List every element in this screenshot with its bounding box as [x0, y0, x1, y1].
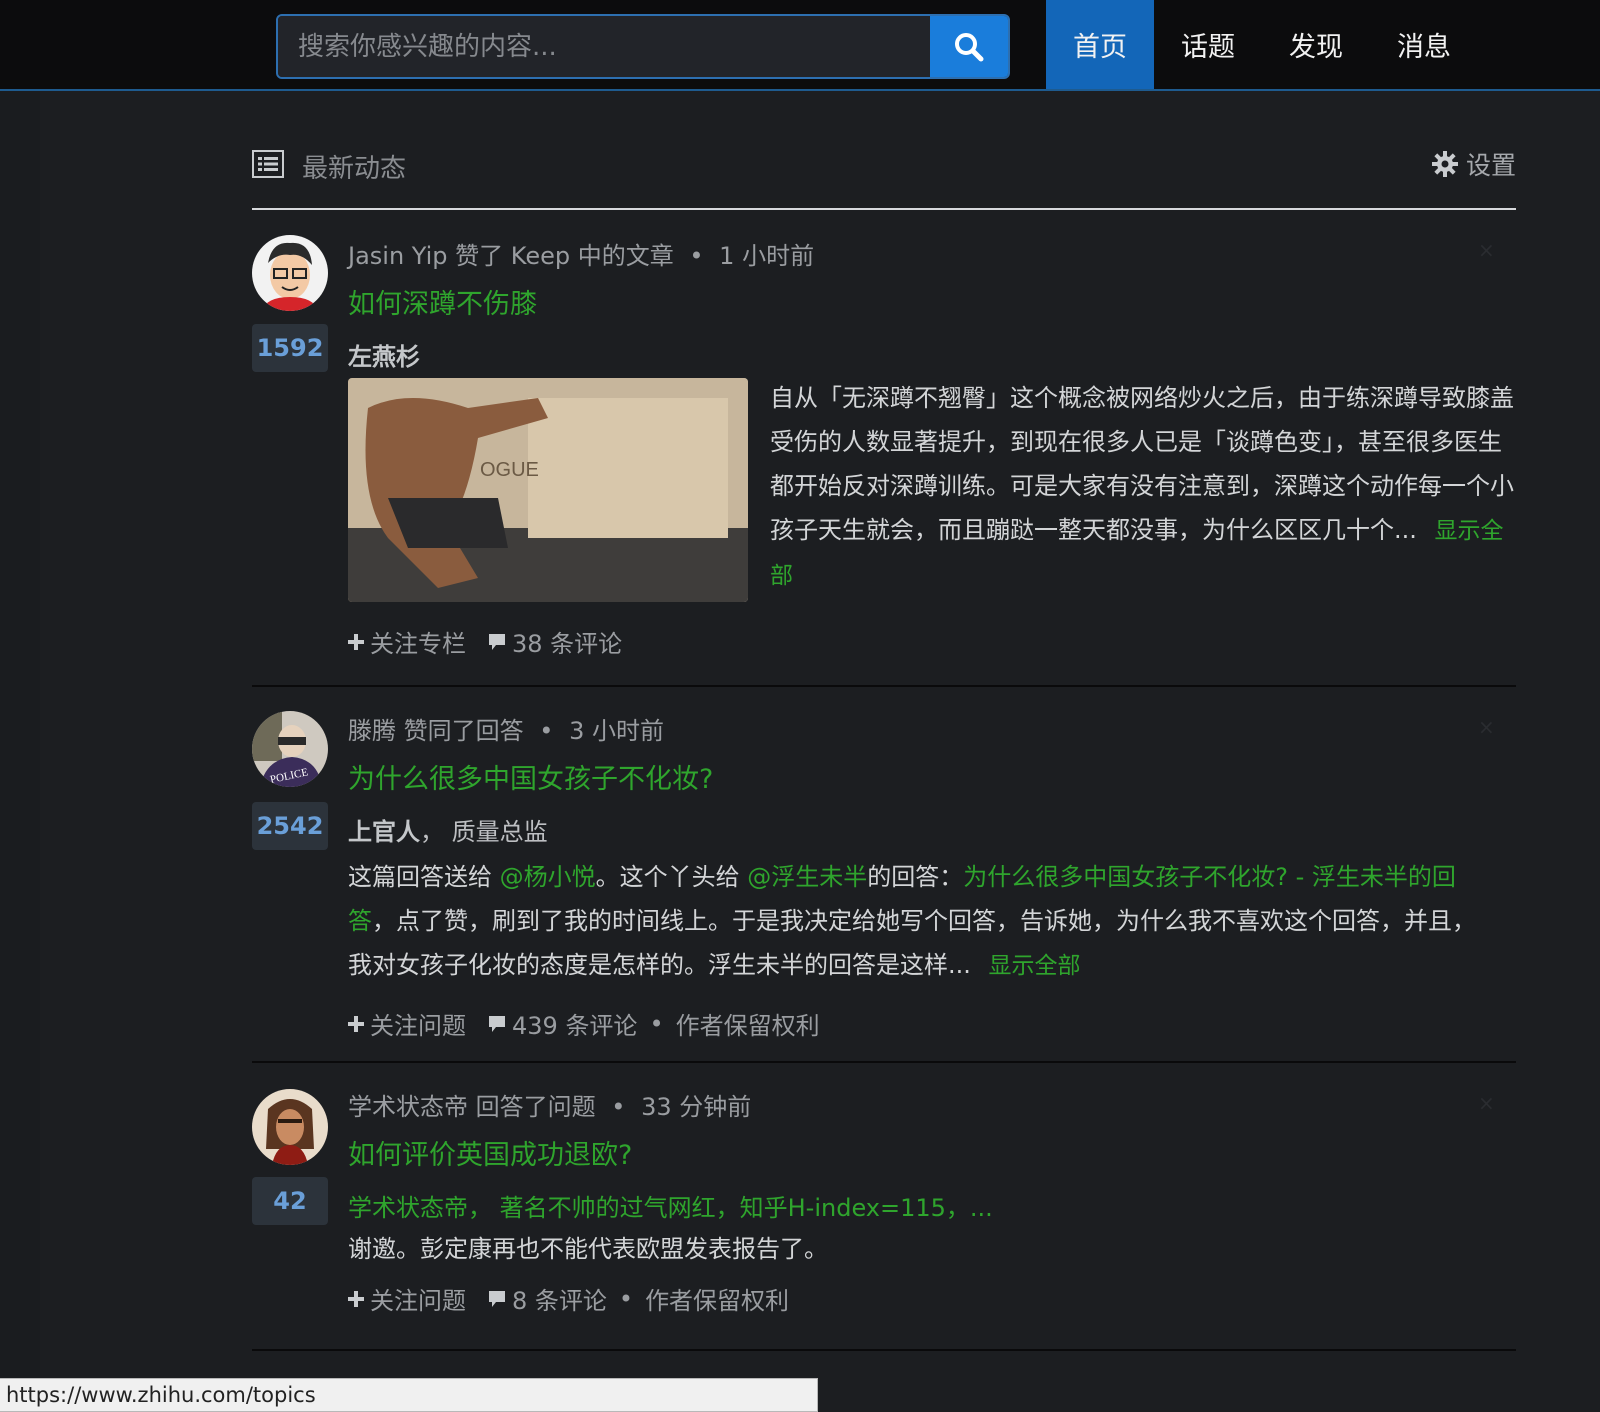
feed-item: 1592 × Jasin Yip 赞了 Keep 中的文章 • 1 小时前 如何… — [252, 210, 1516, 687]
answer-excerpt: 这篇回答送给 @杨小悦。这个丫头给 @浮生未半的回答：为什么很多中国女孩子不化妆… — [348, 855, 1488, 988]
list-icon — [252, 150, 284, 178]
question-title[interactable]: 如何深蹲不伤膝 — [348, 282, 537, 321]
separator: • — [618, 1284, 634, 1313]
question-title[interactable]: 如何评价英国成功退欧? — [348, 1133, 632, 1172]
follow-column-label: 关注专栏 — [370, 630, 466, 658]
top-nav-bar: 首页 话题 发现 消息 — [0, 0, 1600, 91]
follow-question-button[interactable]: 关注问题 — [348, 1006, 466, 1041]
comment-icon — [489, 1290, 505, 1307]
item-meta: 学术状态帝 回答了问题 • 33 分钟前 — [348, 1087, 1516, 1121]
author-description: ， 质量总监 — [420, 818, 548, 846]
excerpt-text: 。这个丫头给 — [595, 863, 748, 891]
author-line: 学术状态帝， 著名不帅的过气网红，知乎H-index=115，... — [348, 1188, 1516, 1223]
author-line: 上官人， 质量总监 — [348, 812, 1516, 847]
svg-text:OGUE: OGUE — [480, 459, 539, 481]
avatar[interactable] — [252, 235, 328, 311]
answer-excerpt: 谢邀。彭定康再也不能代表欧盟发表报告了。 — [348, 1235, 828, 1263]
meta-separator: • — [539, 717, 554, 745]
excerpt-text: 这篇回答送给 — [348, 863, 500, 891]
meta-separator: • — [689, 242, 704, 270]
author-name[interactable]: 学术状态帝 — [348, 1194, 468, 1222]
nav-topics[interactable]: 话题 — [1154, 0, 1262, 89]
meta-time: 33 分钟前 — [641, 1093, 752, 1121]
meta-action: 赞同了回答 — [403, 717, 524, 745]
comments-button[interactable]: 439 条评论 — [488, 1006, 637, 1041]
search-icon — [955, 32, 984, 61]
rights-label: 作者保留权利 — [645, 1287, 790, 1315]
meta-user[interactable]: Jasin Yip — [348, 242, 448, 270]
browser-status-url: https://www.zhihu.com/topics — [0, 1378, 818, 1412]
show-all-link[interactable]: 显示全部 — [989, 953, 1081, 979]
meta-action: 赞了 Keep 中的文章 — [455, 242, 674, 270]
feed-header: 最新动态 设置 — [252, 120, 1516, 210]
vote-count[interactable]: 42 — [252, 1177, 328, 1225]
author-name[interactable]: 上官人 — [348, 818, 420, 846]
comments-label: 8 条评论 — [512, 1287, 607, 1315]
follow-question-label: 关注问题 — [370, 1287, 466, 1315]
comment-icon — [489, 1015, 505, 1032]
item-meta: Jasin Yip 赞了 Keep 中的文章 • 1 小时前 — [348, 236, 1516, 270]
search-button[interactable] — [930, 16, 1008, 77]
excerpt-text: 自从「无深蹲不翘臀」这个概念被网络炒火之后，由于练深蹲导致膝盖受伤的人数显著提升… — [770, 384, 1514, 544]
meta-user[interactable]: 学术状态帝 — [348, 1093, 468, 1121]
feed-item: 42 × 学术状态帝 回答了问题 • 33 分钟前 如何评价英国成功退欧? 学术… — [252, 1063, 1516, 1351]
avatar[interactable]: POLICE — [252, 711, 328, 787]
comments-button[interactable]: 38 条评论 — [488, 624, 622, 659]
search-input[interactable] — [278, 16, 932, 77]
feed-title: 最新动态 — [302, 154, 407, 184]
vote-count[interactable]: 1592 — [252, 324, 328, 372]
meta-separator: • — [611, 1093, 626, 1121]
avatar[interactable] — [252, 1089, 328, 1165]
meta-time: 3 小时前 — [569, 717, 664, 745]
separator: • — [649, 1009, 664, 1038]
meta-user[interactable]: 滕腾 — [348, 717, 396, 745]
follow-question-label: 关注问题 — [370, 1012, 466, 1040]
follow-question-button[interactable]: 关注问题 — [348, 1281, 466, 1316]
comments-label: 38 条评论 — [512, 630, 623, 658]
settings-label: 设置 — [1465, 151, 1516, 180]
item-actions: 关注问题 439 条评论 • 作者保留权利 — [348, 1006, 1516, 1041]
comment-icon — [489, 633, 505, 650]
plus-icon — [348, 633, 364, 650]
item-actions: 关注专栏 38 条评论 — [348, 624, 622, 659]
feed: 最新动态 设置 1592 × Jasin Yip 赞了 Keep 中的文章 • … — [252, 120, 1516, 1351]
excerpt-text: ，点了赞，刷到了我的时间线上。于是我决定给她写个回答，告诉她，为什么我不喜欢这个… — [348, 907, 1476, 979]
article-thumbnail[interactable]: OGUE — [348, 378, 748, 602]
search-box — [276, 14, 1010, 79]
author-description: ， 著名不帅的过气网红，知乎H-index=115，... — [468, 1194, 993, 1222]
plus-icon — [348, 1290, 364, 1307]
item-actions: 关注问题 8 条评论 • 作者保留权利 — [348, 1281, 1516, 1316]
plus-icon — [348, 1015, 364, 1032]
main-nav: 首页 话题 发现 消息 — [1046, 0, 1478, 89]
mention-link[interactable]: @杨小悦 — [500, 863, 596, 891]
meta-action: 回答了问题 — [475, 1093, 596, 1121]
comments-button[interactable]: 8 条评论 — [488, 1281, 607, 1316]
nav-explore[interactable]: 发现 — [1262, 0, 1370, 89]
author-name[interactable]: 左燕杉 — [348, 337, 1516, 372]
follow-column-button[interactable]: 关注专栏 — [348, 624, 466, 659]
feed-item: POLICE 2542 × 滕腾 赞同了回答 • 3 小时前 为什么很多中国女孩… — [252, 687, 1516, 1063]
nav-home[interactable]: 首页 — [1046, 0, 1154, 89]
settings-button[interactable]: 设置 — [1431, 146, 1516, 182]
left-shade — [0, 91, 40, 1378]
item-meta: 滕腾 赞同了回答 • 3 小时前 — [348, 711, 1516, 745]
question-title[interactable]: 为什么很多中国女孩子不化妆? — [348, 757, 713, 796]
nav-messages[interactable]: 消息 — [1370, 0, 1478, 89]
excerpt-text: 的回答： — [867, 863, 964, 891]
vote-count[interactable]: 2542 — [252, 802, 328, 850]
rights-label: 作者保留权利 — [675, 1012, 820, 1040]
gear-icon — [1431, 151, 1458, 177]
meta-time: 1 小时前 — [719, 242, 815, 270]
article-excerpt: 自从「无深蹲不翘臀」这个概念被网络炒火之后，由于练深蹲导致膝盖受伤的人数显著提升… — [770, 376, 1520, 598]
comments-label: 439 条评论 — [512, 1012, 638, 1040]
mention-link[interactable]: @浮生未半 — [747, 863, 867, 891]
